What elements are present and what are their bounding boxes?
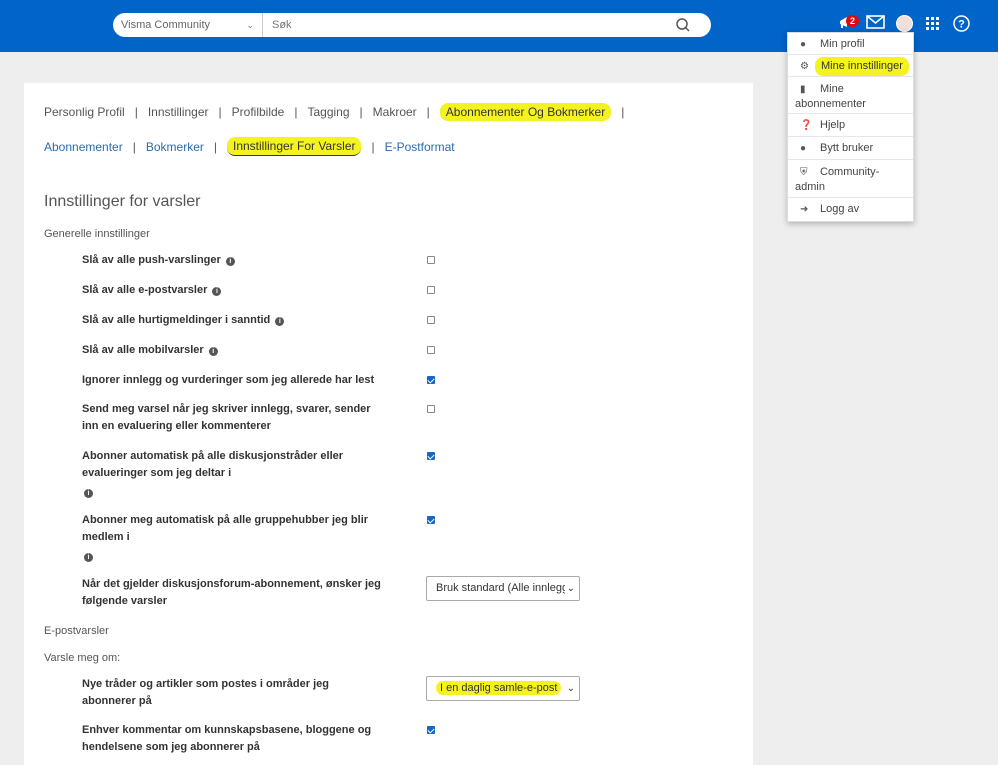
menu-item-bytt-bruker[interactable]: ● Bytt bruker	[788, 137, 913, 160]
setting-checkbox[interactable]	[427, 316, 435, 324]
tab-personlig-profil[interactable]: Personlig Profil	[44, 105, 125, 119]
search-icon[interactable]	[675, 17, 691, 33]
user-menu: ● Min profil ⚙ Mine innstillinger ▮ Mine…	[787, 32, 914, 222]
new-threads-select[interactable]: I en daglig samle-e-post ⌄	[426, 676, 580, 701]
setting-checkbox[interactable]	[427, 405, 435, 413]
switch-user-icon: ●	[800, 143, 807, 154]
forum-subscription-select[interactable]: Bruk standard (Alle innlegg) ⌄	[426, 576, 580, 601]
setting-checkbox[interactable]	[427, 256, 435, 264]
section-general: Generelle innstillinger	[44, 228, 150, 240]
setting-checkbox[interactable]	[427, 376, 435, 384]
search-scope-label: Visma Community	[121, 19, 211, 31]
chevron-down-icon: ⌄	[246, 20, 254, 30]
help-icon: ❓	[800, 120, 813, 131]
info-icon[interactable]: i	[212, 287, 222, 296]
menu-item-hjelp[interactable]: ❓ Hjelp	[788, 114, 913, 137]
help-icon[interactable]: ?	[953, 15, 970, 32]
setting-checkbox[interactable]	[427, 346, 435, 354]
setting-label: Abonner automatisk på alle diskusjonstrå…	[82, 450, 344, 479]
tab-innstillinger[interactable]: Innstillinger	[148, 105, 209, 119]
search-bar: Visma Community ⌄	[113, 13, 711, 37]
chevron-down-icon: ⌄	[564, 677, 575, 700]
search-scope-select[interactable]: Visma Community ⌄	[113, 13, 263, 37]
setting-label: Nye tråder og artikler som postes i områ…	[82, 678, 329, 707]
setting-label: Slå av alle e-postvarsler i	[82, 282, 382, 299]
setting-label: Abonner meg automatisk på alle gruppehub…	[82, 514, 369, 543]
info-icon[interactable]: i	[275, 317, 285, 326]
user-icon: ●	[800, 39, 807, 50]
tab-tagging[interactable]: Tagging	[307, 105, 349, 119]
tab-abonnementer[interactable]: Abonnementer	[44, 140, 123, 154]
info-icon[interactable]: i	[225, 257, 235, 266]
setting-label: Slå av alle push-varslinger i	[82, 252, 382, 269]
info-icon[interactable]: i	[84, 553, 93, 562]
section-notify-about: Varsle meg om:	[44, 652, 121, 664]
setting-label: Når det gjelder diskusjonsforum-abonneme…	[82, 578, 381, 607]
setting-label: Enhver kommentar om kunnskapsbasene, blo…	[82, 724, 372, 753]
mail-icon[interactable]	[866, 15, 885, 29]
setting-checkbox[interactable]	[427, 286, 435, 294]
notification-badge: 2	[846, 15, 860, 27]
setting-checkbox[interactable]	[427, 516, 435, 524]
tab-makroer[interactable]: Makroer	[373, 105, 417, 119]
tab-e-postformat[interactable]: E-Postformat	[385, 140, 455, 154]
info-icon[interactable]: i	[208, 347, 218, 356]
setting-label: Slå av alle mobilvarsler i	[82, 342, 382, 359]
apps-grid-icon[interactable]	[926, 17, 939, 30]
logout-icon: ➜	[800, 204, 809, 215]
chevron-down-icon: ⌄	[564, 577, 575, 600]
menu-item-community-admin[interactable]: ⛨ Community-admin	[788, 160, 913, 198]
avatar[interactable]	[896, 15, 913, 32]
menu-item-mine-innstillinger[interactable]: ⚙ Mine innstillinger	[788, 55, 913, 77]
setting-label: Slå av alle hurtigmeldinger i sanntid i	[82, 312, 382, 329]
tab-profilbilde[interactable]: Profilbilde	[232, 105, 285, 119]
setting-label: Send meg varsel når jeg skriver innlegg,…	[82, 403, 371, 432]
svg-text:?: ?	[958, 19, 965, 31]
setting-checkbox[interactable]	[427, 452, 435, 460]
tab-bokmerker[interactable]: Bokmerker	[146, 140, 204, 154]
info-icon[interactable]: i	[84, 489, 93, 498]
setting-label: Ignorer innlegg og vurderinger som jeg a…	[82, 374, 375, 386]
gear-icon: ⚙	[800, 61, 809, 72]
menu-item-min-profil[interactable]: ● Min profil	[788, 33, 913, 55]
primary-tabs: Personlig Profil | Innstillinger | Profilb…	[44, 103, 625, 121]
page-title: Innstillinger for varsler	[44, 193, 201, 210]
tab-abonnementer-og-bokmerker[interactable]: Abonnementer Og Bokmerker	[439, 103, 612, 121]
menu-item-mine-abonnementer[interactable]: ▮ Mine abonnementer	[788, 77, 913, 114]
menu-item-logg-av[interactable]: ➜ Logg av	[788, 198, 913, 221]
section-email: E-postvarsler	[44, 625, 109, 637]
tab-innstillinger-for-varsler[interactable]: Innstillinger For Varsler	[227, 137, 362, 156]
search-input[interactable]	[264, 13, 664, 37]
secondary-tabs: Abonnementer | Bokmerker | Innstillinger F…	[44, 137, 455, 156]
setting-checkbox[interactable]	[427, 726, 435, 734]
